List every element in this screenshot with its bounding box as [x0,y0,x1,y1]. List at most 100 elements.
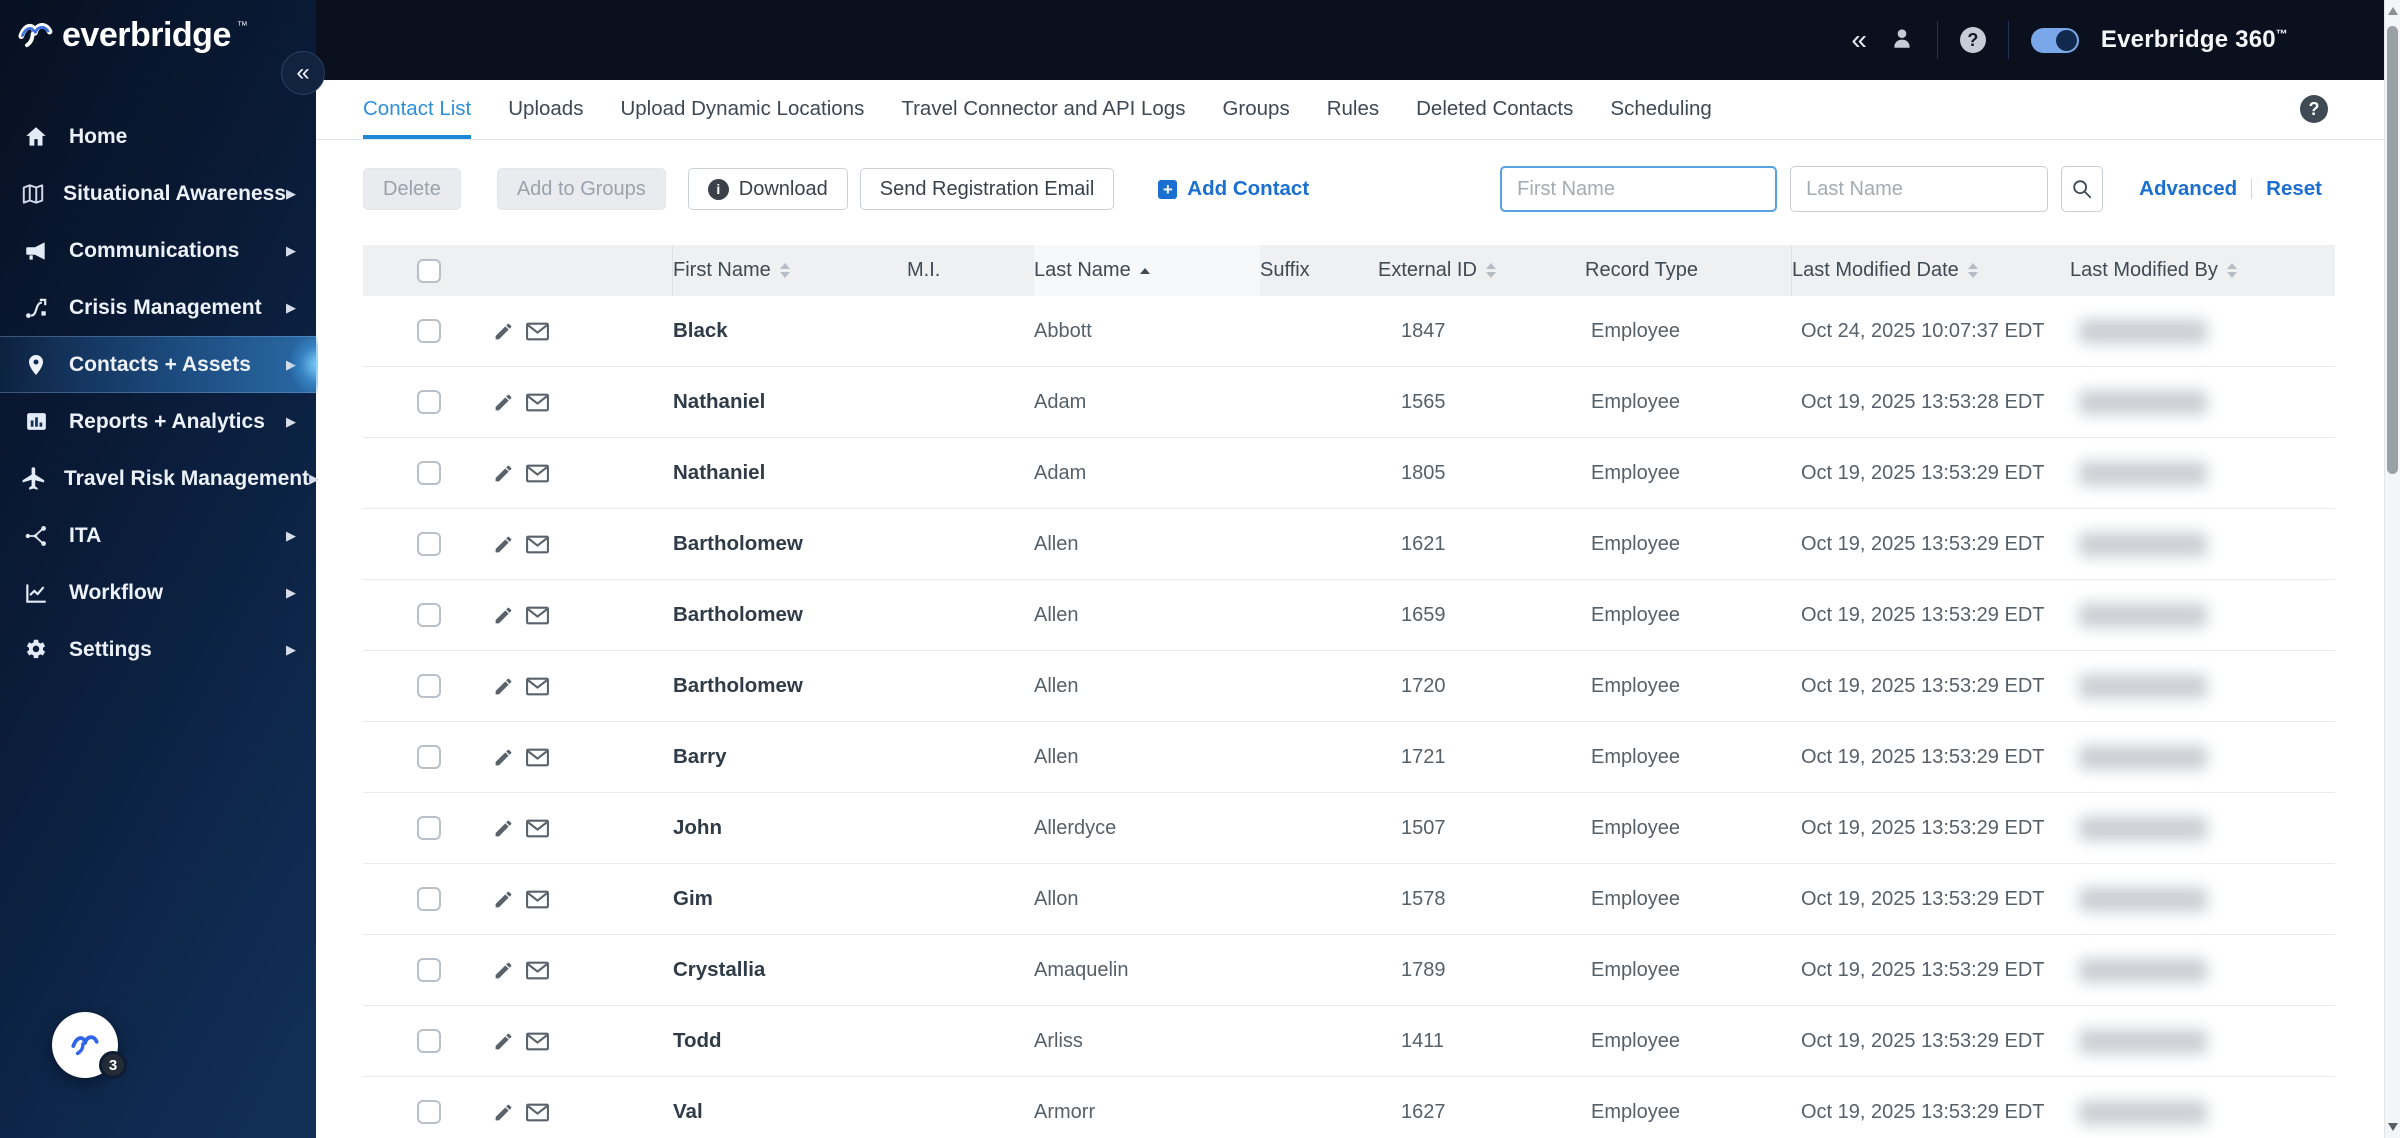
send-email-icon[interactable] [525,818,550,839]
edit-pencil-icon[interactable] [493,463,514,484]
add-to-groups-button[interactable]: Add to Groups [496,168,666,210]
sidebar-item-workflow[interactable]: Workflow ▶ [0,564,316,621]
vertical-scrollbar[interactable] [2384,0,2400,1138]
scroll-down-arrow-icon[interactable] [2388,1123,2398,1131]
table-row[interactable]: Bartholomew Allen 1621 Employee Oct 19, … [363,509,2335,580]
tab-upload-dynamic-locations[interactable]: Upload Dynamic Locations [620,80,864,139]
row-checkbox[interactable] [417,958,441,982]
sidebar-item-communications[interactable]: Communications ▶ [0,222,316,279]
row-checkbox[interactable] [417,674,441,698]
page-help-icon[interactable]: ? [2300,95,2328,123]
edit-pencil-icon[interactable] [493,818,514,839]
sidebar-collapse-button[interactable]: « [281,51,325,95]
column-header-first-name[interactable]: First Name [673,245,907,296]
table-row[interactable]: Black Abbott 1847 Employee Oct 24, 2025 … [363,296,2335,367]
row-checkbox[interactable] [417,1029,441,1053]
edit-pencil-icon[interactable] [493,605,514,626]
sidebar-item-situational-awareness[interactable]: Situational Awareness ▶ [0,165,316,222]
table-row[interactable]: Crystallia Amaquelin 1789 Employee Oct 1… [363,935,2335,1006]
edit-pencil-icon[interactable] [493,534,514,555]
user-icon[interactable] [1889,25,1915,56]
column-header-label: Last Name [1034,259,1131,281]
add-contact-button[interactable]: + Add Contact [1158,177,1309,201]
edit-pencil-icon[interactable] [493,321,514,342]
everbridge-360-toggle[interactable] [2030,27,2079,53]
edit-pencil-icon[interactable] [493,676,514,697]
sidebar-item-home[interactable]: Home ▶ [0,108,316,165]
row-checkbox[interactable] [417,319,441,343]
table-row[interactable]: Gim Allon 1578 Employee Oct 19, 2025 13:… [363,864,2335,935]
scroll-up-arrow-icon[interactable] [2388,7,2398,15]
row-checkbox[interactable] [417,1100,441,1124]
send-email-icon[interactable] [525,960,550,981]
send-email-icon[interactable] [525,889,550,910]
row-checkbox[interactable] [417,745,441,769]
column-header-external-id[interactable]: External ID [1378,245,1585,296]
delete-button[interactable]: Delete [363,168,461,210]
send-email-icon[interactable] [525,392,550,413]
advanced-search-link[interactable]: Advanced [2139,177,2237,201]
send-email-icon[interactable] [525,534,550,555]
table-row[interactable]: Barry Allen 1721 Employee Oct 19, 2025 1… [363,722,2335,793]
sidebar-item-reports-analytics[interactable]: Reports + Analytics ▶ [0,393,316,450]
edit-pencil-icon[interactable] [493,1102,514,1123]
tab-rules[interactable]: Rules [1327,80,1379,139]
row-checkbox[interactable] [417,603,441,627]
row-checkbox[interactable] [417,461,441,485]
edit-pencil-icon[interactable] [493,1031,514,1052]
sidebar-item-crisis-management[interactable]: Crisis Management ▶ [0,279,316,336]
table-row[interactable]: Nathaniel Adam 1565 Employee Oct 19, 202… [363,367,2335,438]
column-header-last-modified-date[interactable]: Last Modified Date [1792,245,2070,296]
search-group: Advanced Reset [1500,166,2322,212]
everbridge-bird-icon [71,1035,99,1056]
send-email-icon[interactable] [525,1031,550,1052]
sidebar-item-settings[interactable]: Settings ▶ [0,621,316,678]
tab-groups[interactable]: Groups [1222,80,1289,139]
send-email-icon[interactable] [525,321,550,342]
select-all-checkbox[interactable] [417,258,441,283]
send-registration-email-button[interactable]: Send Registration Email [859,168,1115,210]
column-header-suffix[interactable]: Suffix [1260,245,1378,296]
table-row[interactable]: John Allerdyce 1507 Employee Oct 19, 202… [363,793,2335,864]
tab-deleted-contacts[interactable]: Deleted Contacts [1416,80,1573,139]
row-checkbox[interactable] [417,887,441,911]
send-email-icon[interactable] [525,463,550,484]
row-checkbox[interactable] [417,390,441,414]
edit-pencil-icon[interactable] [493,889,514,910]
table-row[interactable]: Val Armorr 1627 Employee Oct 19, 2025 13… [363,1077,2335,1138]
collapse-double-chevron-icon[interactable]: « [1851,26,1867,54]
column-header-last-name[interactable]: Last Name [1034,245,1260,296]
first-name-search-input[interactable] [1500,166,1778,212]
column-header-last-modified-by[interactable]: Last Modified By [2070,245,2335,296]
toggle-knob [2055,29,2077,51]
reset-link[interactable]: Reset [2266,177,2322,201]
row-checkbox[interactable] [417,816,441,840]
tab-travel-connector-and-api-logs[interactable]: Travel Connector and API Logs [901,80,1185,139]
last-name-search-input[interactable] [1790,166,2049,212]
column-header-record-type[interactable]: Record Type [1585,245,1792,296]
send-email-icon[interactable] [525,1102,550,1123]
edit-pencil-icon[interactable] [493,747,514,768]
row-checkbox[interactable] [417,532,441,556]
sidebar-item-ita[interactable]: ITA ▶ [0,507,316,564]
tab-contact-list[interactable]: Contact List [363,80,472,139]
download-button[interactable]: i Download [687,168,848,210]
send-email-icon[interactable] [525,676,550,697]
edit-pencil-icon[interactable] [493,392,514,413]
send-email-icon[interactable] [525,605,550,626]
tab-scheduling[interactable]: Scheduling [1610,80,1711,139]
table-row[interactable]: Bartholomew Allen 1720 Employee Oct 19, … [363,651,2335,722]
sidebar-item-contacts-assets[interactable]: Contacts + Assets ▶ [0,335,318,394]
send-email-icon[interactable] [525,747,550,768]
edit-pencil-icon[interactable] [493,960,514,981]
tab-uploads[interactable]: Uploads [508,80,583,139]
table-row[interactable]: Nathaniel Adam 1805 Employee Oct 19, 202… [363,438,2335,509]
help-icon[interactable]: ? [1959,27,1986,53]
table-row[interactable]: Todd Arliss 1411 Employee Oct 19, 2025 1… [363,1006,2335,1077]
scrollbar-thumb[interactable] [2387,26,2398,474]
table-row[interactable]: Bartholomew Allen 1659 Employee Oct 19, … [363,580,2335,651]
assistant-fab-button[interactable]: 3 [52,1012,127,1079]
column-header-m-i-[interactable]: M.I. [907,245,1034,296]
search-button[interactable] [2061,166,2104,212]
sidebar-item-travel-risk-management[interactable]: Travel Risk Management ▶ [0,450,319,507]
